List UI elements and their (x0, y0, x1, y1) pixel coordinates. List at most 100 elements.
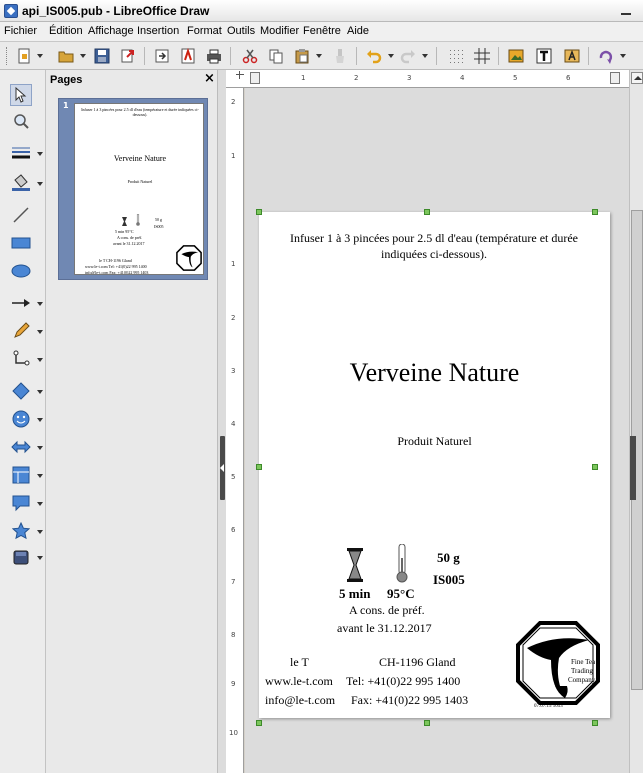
infusion-temperature[interactable]: 95°C (387, 586, 415, 602)
paste-dropdown-icon[interactable] (316, 54, 322, 58)
basic-shapes-dropdown-icon[interactable] (37, 390, 43, 394)
menu-aide[interactable]: Aide (347, 25, 369, 37)
close-panel-button[interactable]: × (204, 71, 215, 86)
new-dropdown-icon[interactable] (37, 54, 43, 58)
company-address[interactable]: CH-1196 Gland (379, 655, 456, 670)
best-before-date[interactable]: avant le 31.12.2017 (337, 621, 432, 636)
paste-button[interactable] (292, 46, 312, 66)
sidebar-collapse-handle[interactable] (630, 436, 636, 500)
print-button[interactable] (204, 46, 224, 66)
copy-button[interactable] (266, 46, 286, 66)
zoom-tool-button[interactable] (10, 110, 32, 132)
selection-handle[interactable] (256, 209, 262, 215)
infusion-time[interactable]: 5 min (339, 586, 370, 602)
vertical-ruler[interactable]: 2 1 1 2 3 4 5 6 7 8 9 10 (226, 88, 244, 773)
insert-textbox-button[interactable] (534, 46, 554, 66)
ruler-indent-marker[interactable] (250, 72, 260, 84)
selection-handle[interactable] (256, 464, 262, 470)
menu-modifier[interactable]: Modifier (260, 25, 299, 37)
company-phone[interactable]: Tel: +41(0)22 995 1400 (346, 674, 460, 689)
product-name[interactable]: Verveine Nature (259, 358, 610, 388)
product-subtitle[interactable]: Produit Naturel (259, 434, 610, 449)
panel-splitter[interactable] (218, 70, 226, 773)
selection-handle[interactable] (592, 720, 598, 726)
selection-handle[interactable] (424, 209, 430, 215)
company-website[interactable]: www.le-t.com (265, 674, 333, 689)
label-page[interactable]: Infuser 1 à 3 pincées pour 2.5 dl d'eau … (259, 212, 610, 718)
save-button[interactable] (92, 46, 112, 66)
redo-dropdown-icon[interactable] (422, 54, 428, 58)
3d-objects-button[interactable] (10, 546, 32, 568)
net-weight[interactable]: 50 g (437, 550, 460, 566)
block-arrows-button[interactable] (10, 436, 32, 458)
brand-name[interactable]: le T (290, 655, 309, 670)
selection-handle[interactable] (592, 464, 598, 470)
export-button[interactable] (118, 46, 138, 66)
insert-image-button[interactable] (506, 46, 526, 66)
grid-button[interactable] (446, 46, 466, 66)
new-document-button[interactable] (14, 46, 34, 66)
line-style-dropdown-icon[interactable] (37, 152, 43, 156)
callouts-dropdown-icon[interactable] (37, 502, 43, 506)
open-dropdown-icon[interactable] (80, 54, 86, 58)
clone-formatting-button[interactable] (330, 46, 350, 66)
lines-arrows-dropdown-icon[interactable] (37, 302, 43, 306)
product-code[interactable]: IS005 (433, 572, 465, 588)
ellipse-tool-button[interactable] (10, 260, 32, 282)
select-tool-button[interactable] (10, 84, 32, 106)
scroll-up-button[interactable] (631, 72, 643, 84)
connector-tool-button[interactable] (10, 348, 32, 370)
toolbar-grip[interactable] (6, 47, 7, 65)
curve-tool-button[interactable] (10, 320, 32, 342)
menu-fichier[interactable]: Fichier (4, 25, 37, 37)
line-style-button[interactable] (10, 142, 32, 164)
menu-edition[interactable]: Édition (49, 25, 83, 37)
fine-tea-trading-company-logo[interactable]: Fine Tea Trading Company (515, 620, 601, 706)
symbol-shapes-button[interactable] (10, 408, 32, 430)
menu-fenetre[interactable]: Fenêtre (303, 25, 341, 37)
selection-handle[interactable] (592, 209, 598, 215)
basic-shapes-button[interactable] (10, 380, 32, 402)
export-directly-button[interactable] (152, 46, 172, 66)
best-before-label[interactable]: A cons. de préf. (349, 603, 425, 618)
open-button[interactable] (56, 46, 76, 66)
menu-outils[interactable]: Outils (227, 25, 255, 37)
flowchart-button[interactable] (10, 464, 32, 486)
drawing-canvas[interactable]: Infuser 1 à 3 pincées pour 2.5 dl d'eau … (245, 88, 629, 773)
menu-insertion[interactable]: Insertion (137, 25, 179, 37)
menu-affichage[interactable]: Affichage (88, 25, 134, 37)
undo-button[interactable] (364, 46, 384, 66)
rotate-dropdown-icon[interactable] (620, 54, 626, 58)
horizontal-ruler[interactable]: 1 2 3 4 5 6 (226, 70, 629, 88)
fill-color-dropdown-icon[interactable] (37, 182, 43, 186)
undo-dropdown-icon[interactable] (388, 54, 394, 58)
company-fax[interactable]: Fax: +41(0)22 995 1403 (351, 693, 468, 708)
lines-arrows-button[interactable] (10, 292, 32, 314)
cut-button[interactable] (240, 46, 260, 66)
stars-dropdown-icon[interactable] (37, 530, 43, 534)
vertical-scrollbar[interactable] (629, 70, 643, 773)
flowchart-dropdown-icon[interactable] (37, 474, 43, 478)
selection-handle[interactable] (424, 720, 430, 726)
fill-color-button[interactable] (10, 172, 32, 194)
stars-button[interactable] (10, 520, 32, 542)
redo-button[interactable] (398, 46, 418, 66)
export-pdf-button[interactable] (178, 46, 198, 66)
connector-dropdown-icon[interactable] (37, 358, 43, 362)
selection-handle[interactable] (256, 720, 262, 726)
helplines-button[interactable] (472, 46, 492, 66)
symbol-shapes-dropdown-icon[interactable] (37, 418, 43, 422)
page-thumbnail[interactable]: 1 Infuser 1 à 3 pincées pour 2.5 dl d'ea… (58, 98, 208, 280)
menu-format[interactable]: Format (187, 25, 222, 37)
minimize-button[interactable] (621, 5, 631, 15)
3d-objects-dropdown-icon[interactable] (37, 556, 43, 560)
infusion-instructions[interactable]: Infuser 1 à 3 pincées pour 2.5 dl d'eau … (269, 230, 599, 262)
curve-dropdown-icon[interactable] (37, 330, 43, 334)
ruler-right-margin-marker[interactable] (610, 72, 620, 84)
rotate-button[interactable] (596, 46, 616, 66)
collapse-panel-handle[interactable] (220, 436, 225, 500)
callouts-button[interactable] (10, 492, 32, 514)
line-tool-button[interactable] (10, 204, 32, 226)
fontwork-button[interactable] (562, 46, 582, 66)
block-arrows-dropdown-icon[interactable] (37, 446, 43, 450)
